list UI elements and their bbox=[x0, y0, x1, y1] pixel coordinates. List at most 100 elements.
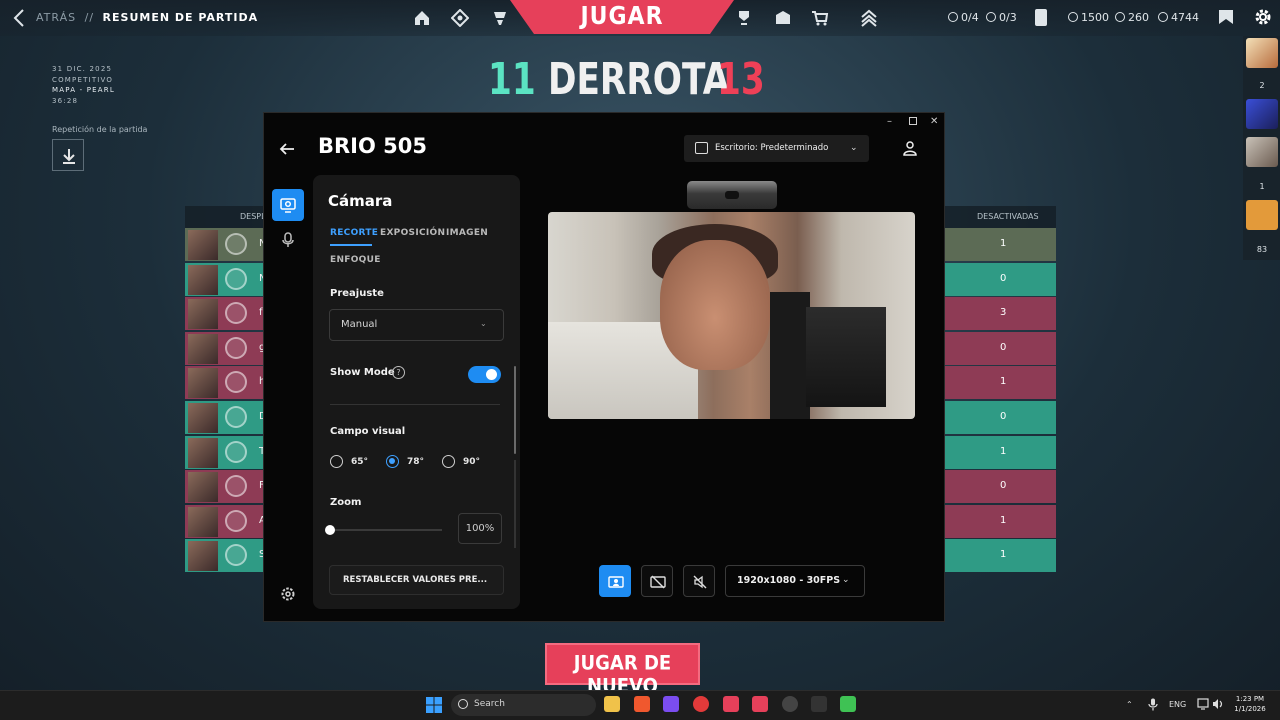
maximize-button[interactable] bbox=[909, 117, 917, 125]
wifi-icon[interactable] bbox=[1197, 698, 1209, 710]
mute-button[interactable] bbox=[683, 565, 715, 597]
logitech-icon[interactable] bbox=[811, 696, 827, 712]
home-icon[interactable] bbox=[413, 9, 431, 27]
agent-portrait bbox=[188, 403, 218, 433]
fov-radio-78[interactable] bbox=[386, 455, 399, 468]
settings-gear-icon[interactable] bbox=[1253, 7, 1273, 27]
valorant-icon[interactable] bbox=[752, 696, 768, 712]
rank-icon bbox=[225, 406, 247, 428]
preset-dropdown[interactable]: Manual ⌄ bbox=[329, 309, 504, 341]
resolution-dropdown[interactable]: 1920x1080 - 30FPS ⌄ bbox=[725, 565, 865, 597]
microphone-icon[interactable] bbox=[1148, 698, 1158, 711]
defuses-value: 1 bbox=[1000, 445, 1007, 457]
card-icon[interactable] bbox=[1035, 9, 1047, 26]
minimize-button[interactable]: – bbox=[887, 116, 892, 127]
help-icon[interactable]: ? bbox=[392, 366, 405, 379]
kingdom-credits-icon bbox=[1158, 12, 1168, 22]
tab-crop[interactable]: RECORTE bbox=[330, 228, 378, 238]
riot-client-icon[interactable] bbox=[723, 696, 739, 712]
play-tab[interactable]: JUGAR bbox=[510, 0, 734, 36]
tab-image[interactable]: IMAGEN bbox=[446, 228, 488, 238]
fov-radio-90[interactable] bbox=[442, 455, 455, 468]
fov-option-label: 90° bbox=[463, 457, 481, 467]
social-icon[interactable] bbox=[1217, 8, 1235, 26]
back-arrow-icon[interactable] bbox=[278, 140, 296, 158]
weekly-missions-stat: 0/3 bbox=[986, 11, 1017, 24]
agents-icon[interactable] bbox=[451, 9, 469, 27]
app-icon[interactable] bbox=[782, 696, 798, 712]
resolution-value: 1920x1080 - 30FPS bbox=[737, 575, 841, 586]
desktop-icon bbox=[695, 142, 708, 154]
app-icon[interactable] bbox=[693, 696, 709, 712]
enemy-score: 13 bbox=[717, 54, 765, 105]
battlepass-icon[interactable] bbox=[735, 9, 753, 27]
collection-icon[interactable] bbox=[774, 9, 792, 27]
play-again-button[interactable]: JUGAR DE NUEVO bbox=[545, 643, 700, 698]
app-icon[interactable] bbox=[840, 696, 856, 712]
auto-framing-button[interactable] bbox=[599, 565, 631, 597]
zoom-slider-handle[interactable] bbox=[325, 525, 335, 535]
panel-title: Cámara bbox=[328, 192, 393, 210]
visual-studio-icon[interactable] bbox=[663, 696, 679, 712]
reset-defaults-label: RESTABLECER VALORES PRE... bbox=[343, 575, 488, 585]
fov-radio-65[interactable] bbox=[330, 455, 343, 468]
brave-browser-icon[interactable] bbox=[634, 696, 650, 712]
party-member-avatar[interactable] bbox=[1246, 200, 1278, 230]
clock-time: 1:23 PM bbox=[1235, 695, 1265, 703]
breadcrumb-separator: // bbox=[84, 11, 95, 24]
play-tab-label: JUGAR bbox=[580, 2, 664, 31]
back-arrow-icon[interactable] bbox=[12, 8, 26, 28]
user-icon[interactable] bbox=[902, 140, 918, 156]
scene-value: Escritorio: Predeterminado bbox=[715, 143, 829, 153]
camera-off-button[interactable] bbox=[641, 565, 673, 597]
tab-exposure[interactable]: EXPOSICIÓN bbox=[380, 228, 445, 238]
camera-settings-tab[interactable] bbox=[272, 189, 304, 221]
toggle-knob bbox=[486, 369, 497, 380]
taskbar-clock[interactable]: 1:23 PM 1/1/2026 bbox=[1228, 694, 1272, 714]
ticket-icon bbox=[948, 12, 958, 22]
file-explorer-icon[interactable] bbox=[604, 696, 620, 712]
divider bbox=[330, 404, 500, 405]
close-window-button[interactable]: ✕ bbox=[930, 116, 938, 127]
defuses-value: 1 bbox=[1000, 514, 1007, 526]
defuses-value: 0 bbox=[1000, 480, 1007, 492]
language-indicator[interactable]: ENG bbox=[1169, 700, 1186, 709]
agent-portrait bbox=[188, 299, 218, 330]
reset-defaults-button[interactable]: RESTABLECER VALORES PRE... bbox=[329, 565, 504, 595]
rank-icon[interactable] bbox=[860, 9, 878, 27]
chevron-down-icon: ⌄ bbox=[480, 319, 487, 328]
search-icon bbox=[458, 699, 468, 709]
replay-label: Repetición de la partida bbox=[52, 125, 148, 134]
clock-date: 1/1/2026 bbox=[1234, 705, 1266, 713]
tab-focus[interactable]: ENFOQUE bbox=[330, 255, 381, 265]
daily-tickets-stat: 0/4 bbox=[948, 11, 979, 24]
zoom-value-input[interactable]: 100% bbox=[458, 513, 502, 544]
rank-icon bbox=[225, 544, 247, 567]
panel-scrollbar[interactable] bbox=[514, 366, 516, 454]
career-icon[interactable] bbox=[491, 9, 509, 27]
replay-download-button[interactable] bbox=[52, 139, 84, 171]
weekly-missions-value: 0/3 bbox=[999, 11, 1017, 24]
party-member-avatar[interactable] bbox=[1246, 99, 1278, 129]
party-member-avatar[interactable] bbox=[1246, 38, 1278, 68]
scene-dropdown[interactable]: Escritorio: Predeterminado ⌄ bbox=[684, 135, 869, 162]
panel-scrollbar-track bbox=[514, 460, 516, 548]
defuses-value: 0 bbox=[1000, 411, 1007, 422]
party-member-level: 1 bbox=[1259, 182, 1265, 191]
zoom-slider-track[interactable] bbox=[330, 529, 442, 531]
rank-icon bbox=[225, 371, 247, 394]
settings-gear-icon[interactable] bbox=[280, 586, 296, 602]
chevron-up-icon[interactable]: ⌃ bbox=[1126, 700, 1133, 709]
party-member-avatar[interactable] bbox=[1246, 137, 1278, 167]
windows-start-icon[interactable] bbox=[425, 696, 443, 714]
store-icon[interactable] bbox=[811, 9, 829, 27]
agent-portrait bbox=[188, 437, 218, 468]
agent-portrait bbox=[188, 333, 218, 364]
back-label[interactable]: ATRÁS bbox=[36, 11, 76, 24]
field-of-view-label: Campo visual bbox=[330, 426, 406, 437]
webcam-device-image bbox=[687, 181, 777, 209]
taskbar-search[interactable]: Search bbox=[451, 694, 596, 716]
microphone-icon[interactable] bbox=[281, 232, 295, 248]
volume-icon[interactable] bbox=[1212, 698, 1224, 710]
show-mode-toggle[interactable] bbox=[468, 366, 501, 383]
